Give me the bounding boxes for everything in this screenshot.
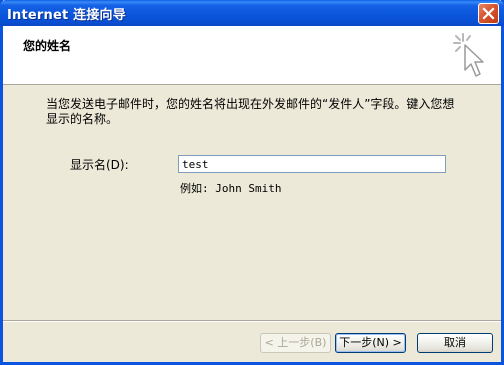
display-name-input[interactable] [178, 155, 446, 173]
close-icon [482, 7, 495, 20]
next-button[interactable]: 下一步(N) > [335, 333, 406, 353]
divider [3, 320, 501, 322]
cursor-sparkle-icon [453, 33, 484, 77]
example-text: 例如: John Smith [180, 182, 282, 195]
page-title: 您的姓名 [23, 39, 72, 53]
close-button[interactable] [478, 3, 499, 24]
wizard-window: Internet 连接向导 您的姓名 当您发送电子邮件时，您的姓名将出现在外发邮… [0, 0, 504, 365]
title-bar[interactable]: Internet 连接向导 [0, 0, 504, 26]
back-button[interactable]: < 上一步(B) [260, 333, 331, 353]
header-panel: 您的姓名 [3, 26, 501, 85]
cancel-button[interactable]: 取消 [417, 333, 493, 353]
display-name-label: 显示名(D): [70, 158, 129, 172]
intro-text: 当您发送电子邮件时，您的姓名将出现在外发邮件的“发件人”字段。键入您想显示的名称… [46, 97, 455, 126]
window-title: Internet 连接向导 [7, 8, 126, 23]
